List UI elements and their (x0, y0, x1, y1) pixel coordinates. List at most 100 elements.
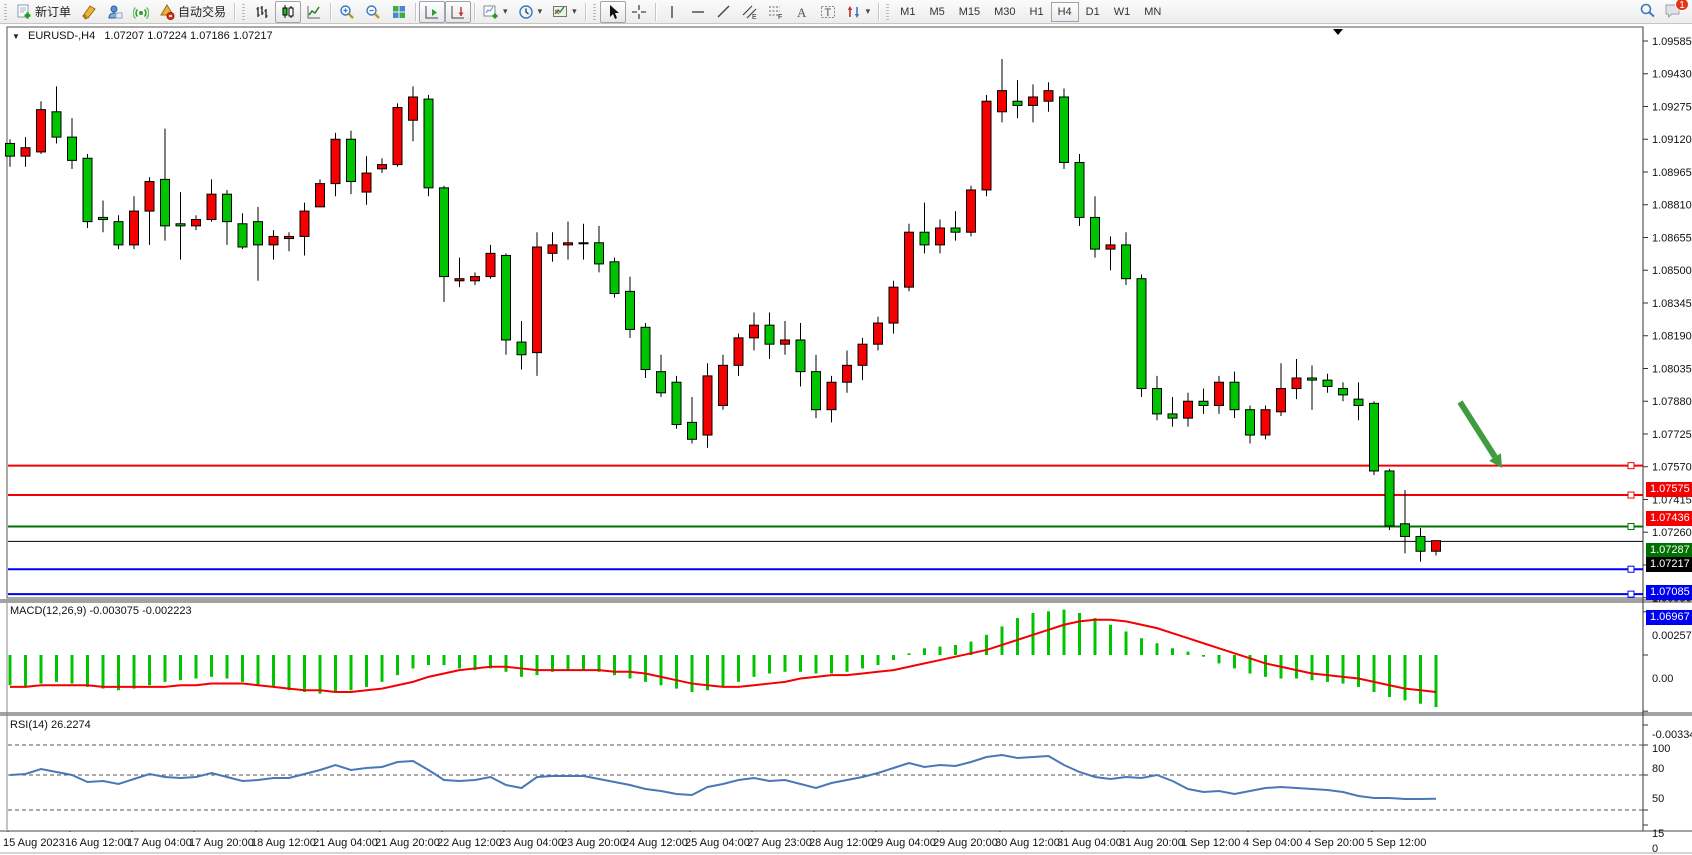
timeframe-button-d1[interactable]: D1 (1079, 2, 1107, 22)
crosshair-button[interactable] (626, 1, 652, 23)
price-tick-label: 1.07260 (1652, 527, 1692, 539)
notification-badge: 1 (1675, 0, 1689, 11)
cursor-button[interactable] (600, 1, 626, 23)
new-order-button[interactable]: 新订单 (11, 1, 76, 23)
timeframe-button-m30[interactable]: M30 (987, 2, 1022, 22)
fibonacci-icon: F (768, 4, 784, 20)
toolbar-separator (234, 3, 235, 21)
toolbar-separator (585, 3, 586, 21)
date-axis[interactable]: 15 Aug 202316 Aug 12:0017 Aug 04:0017 Au… (0, 832, 1692, 854)
timeframe-button-w1[interactable]: W1 (1107, 2, 1138, 22)
date-tick-label: 18 Aug 12:00 (251, 837, 316, 849)
line-chart-button[interactable] (301, 1, 327, 23)
arrows-button[interactable]: ▾ (841, 1, 876, 23)
price-tick-label: 1.08190 (1652, 331, 1692, 343)
date-tick-label: 29 Aug 04:00 (871, 837, 936, 849)
tile-windows-icon (391, 4, 407, 20)
date-tick-label: 23 Aug 04:00 (499, 837, 564, 849)
metaeditor-icon (81, 4, 97, 20)
indicator-axis-label: 15 (1652, 828, 1664, 840)
rsi-indicator (8, 745, 1643, 810)
candlestick-chart-button[interactable] (275, 1, 301, 23)
chart-window[interactable]: ▼ EURUSD-,H4 1.07207 1.07224 1.07186 1.0… (0, 24, 1692, 854)
macd-label: MACD(12,26,9) -0.003075 -0.002223 (10, 605, 192, 617)
line-chart-icon (306, 4, 322, 20)
price-level-badge: 1.07217 (1646, 557, 1692, 572)
templates-button[interactable]: ▾ (547, 1, 582, 23)
main-toolbar: 新订单 自动交易 ▾ ▾ (0, 0, 1692, 24)
date-tick-label: 27 Aug 23:00 (747, 837, 812, 849)
svg-text:E: E (752, 14, 757, 20)
bar-chart-button[interactable] (249, 1, 275, 23)
timeframe-button-h1[interactable]: H1 (1023, 2, 1051, 22)
autotrading-button[interactable]: 自动交易 (154, 1, 231, 23)
timeframe-group: M1M5M15M30H1H4D1W1MN (893, 2, 1168, 22)
text-label-icon: T (820, 4, 836, 20)
timeframe-button-m1[interactable]: M1 (893, 2, 922, 22)
timeframe-button-m15[interactable]: M15 (952, 2, 987, 22)
dropdown-caret: ▾ (866, 6, 871, 17)
timeframe-button-mn[interactable]: MN (1137, 2, 1168, 22)
price-tick-label: 1.07570 (1652, 462, 1692, 474)
horizontal-line-icon (690, 4, 706, 20)
toolbar-grip[interactable] (885, 4, 890, 20)
date-tick-label: 24 Aug 12:00 (623, 837, 688, 849)
symbol-dropdown-icon[interactable]: ▼ (12, 32, 20, 41)
date-tick-label: 25 Aug 04:00 (685, 837, 750, 849)
date-tick-label: 28 Aug 12:00 (809, 837, 874, 849)
rsi-label: RSI(14) 26.2274 (10, 719, 91, 731)
toolbar-separator (330, 3, 331, 21)
vertical-line-button[interactable] (659, 1, 685, 23)
date-tick-label: 4 Sep 04:00 (1243, 837, 1302, 849)
community-button[interactable] (102, 1, 128, 23)
indicator-axis-label: 100 (1652, 743, 1670, 755)
equidistant-channel-icon: E (742, 4, 758, 20)
timeframe-button-h4[interactable]: H4 (1051, 2, 1079, 22)
new-order-label: 新订单 (35, 3, 71, 20)
price-tick-label: 1.09430 (1652, 69, 1692, 81)
date-tick-label: 31 Aug 20:00 (1119, 837, 1184, 849)
date-tick-label: 17 Aug 20:00 (189, 837, 254, 849)
ohlc-values: 1.07207 1.07224 1.07186 1.07217 (104, 30, 272, 42)
timeframe-button-m5[interactable]: M5 (922, 2, 951, 22)
zoom-in-icon (339, 4, 355, 20)
zoom-out-icon (365, 4, 381, 20)
price-tick-label: 1.09120 (1652, 134, 1692, 146)
notifications-button[interactable]: 1 (1664, 2, 1682, 22)
chart-shift-button[interactable] (445, 1, 471, 23)
metaeditor-button[interactable] (76, 1, 102, 23)
periods-button[interactable]: ▾ (513, 1, 548, 23)
price-tick-label: 1.08035 (1652, 363, 1692, 375)
zoom-out-button[interactable] (360, 1, 386, 23)
equidistant-channel-button[interactable]: E (737, 1, 763, 23)
search-icon[interactable] (1639, 2, 1656, 22)
autotrading-icon (159, 4, 175, 20)
toolbar-grip[interactable] (241, 4, 246, 20)
fibonacci-button[interactable]: F (763, 1, 789, 23)
signals-button[interactable] (128, 1, 154, 23)
signals-icon (133, 4, 149, 20)
trendline-button[interactable] (711, 1, 737, 23)
price-tick-label: 1.08810 (1652, 200, 1692, 212)
zoom-in-button[interactable] (334, 1, 360, 23)
tile-windows-button[interactable] (386, 1, 412, 23)
price-chart-canvas[interactable]: 1.095851.094301.092751.091201.089651.088… (0, 24, 1692, 854)
indicators-icon (483, 4, 499, 20)
cursor-icon (605, 4, 621, 20)
price-level-badge: 1.07287 (1646, 543, 1692, 558)
svg-text:A: A (797, 5, 807, 20)
date-tick-label: 30 Aug 12:00 (995, 837, 1060, 849)
toolbar-grip[interactable] (3, 4, 8, 20)
dropdown-caret: ▾ (538, 6, 543, 17)
horizontal-line-button[interactable] (685, 1, 711, 23)
trendline-icon (716, 4, 732, 20)
text-button[interactable]: A (789, 1, 815, 23)
price-tick-label: 1.07880 (1652, 396, 1692, 408)
indicators-button[interactable]: ▾ (478, 1, 513, 23)
date-tick-label: 15 Aug 2023 (3, 837, 65, 849)
bar-chart-icon (254, 4, 270, 20)
toolbar-grip[interactable] (592, 4, 597, 20)
text-label-button[interactable]: T (815, 1, 841, 23)
date-tick-label: 1 Sep 12:00 (1181, 837, 1240, 849)
auto-scroll-button[interactable] (419, 1, 445, 23)
